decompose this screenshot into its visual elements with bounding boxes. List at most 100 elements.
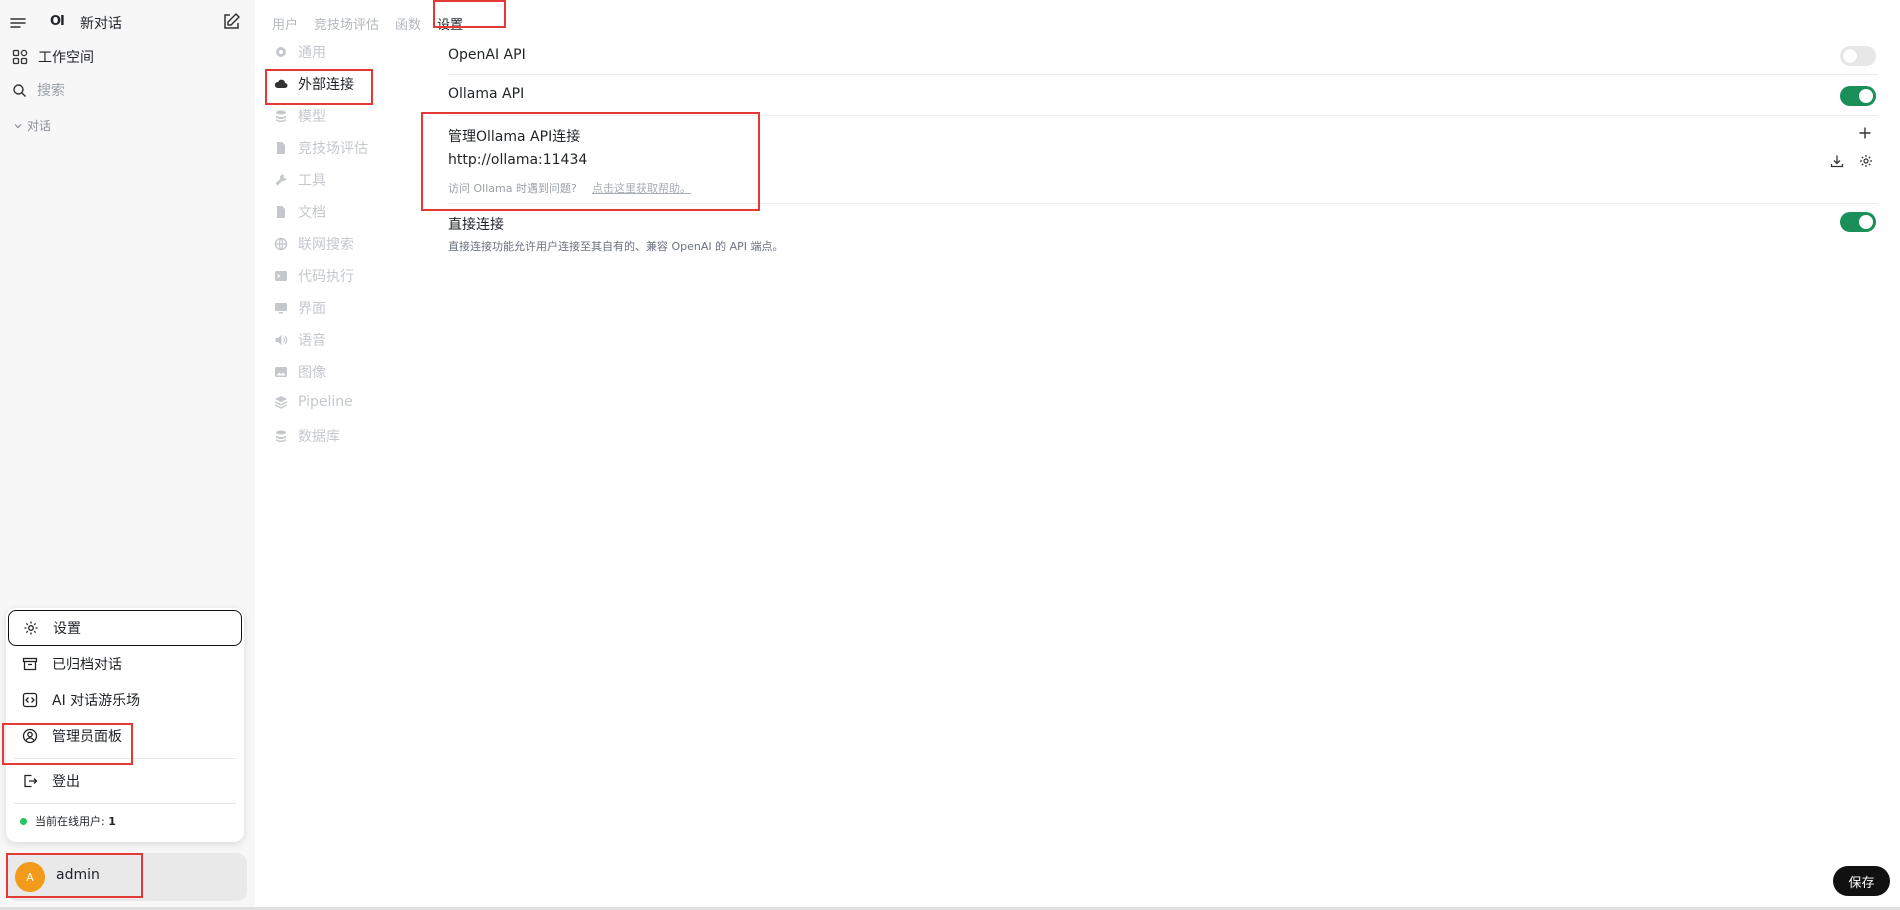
divider [448,74,1878,75]
settings-nav-label: 外部连接 [298,77,354,93]
document-icon [274,205,288,219]
gear-icon [274,45,288,59]
menu-divider [14,758,236,759]
settings-nav-documents[interactable]: 文档 [274,202,326,222]
workspace-label: 工作空间 [38,50,94,66]
ollama-url-field[interactable]: http://ollama:11434 [448,152,587,168]
menu-item-label: 管理员面板 [52,729,122,745]
menu-icon[interactable] [9,14,27,32]
user-circle-icon [22,728,38,744]
wrench-icon [274,173,288,187]
admin-tabs: 用户 竞技场评估 函数 设置 [272,14,479,33]
menu-item-label: 登出 [52,774,80,790]
settings-nav-connections[interactable]: 外部连接 [274,74,354,94]
avatar: A [15,862,45,892]
direct-connection-description: 直接连接功能允许用户连接至其自有的、兼容 OpenAI 的 API 端点。 [448,240,784,253]
menu-item-archived-chats[interactable]: 已归档对话 [8,646,242,682]
user-name: admin [56,867,100,883]
settings-nav-images[interactable]: 图像 [274,362,326,382]
database-icon [274,429,288,443]
settings-nav-label: 界面 [298,301,326,317]
settings-nav-label: 联网搜索 [298,237,354,253]
help-link[interactable]: 点击这里获取帮助。 [592,180,691,196]
settings-nav-label: Pipeline [298,394,353,410]
menu-item-label: 已归档对话 [52,657,122,673]
ollama-api-label: Ollama API [448,86,525,102]
online-dot [20,817,27,825]
gear-icon [23,620,39,636]
user-popup-menu: 设置 已归档对话 AI 对话游乐场 管理员面板 登出 当前在线用户: 1 [6,608,244,842]
settings-nav-database[interactable]: 数据库 [274,426,340,446]
logout-icon [22,773,38,789]
tab-settings[interactable]: 设置 [437,14,463,33]
menu-item-label: 设置 [53,621,81,637]
menu-item-playground[interactable]: AI 对话游乐场 [8,682,242,718]
app-root: OI 新对话 工作空间 搜索 对话 设置 已归档对话 AI 对话游乐场 管理员面… [0,0,1900,910]
settings-nav-label: 图像 [298,365,326,381]
settings-nav-label: 数据库 [298,429,340,445]
online-users-status: 当前在线用户: 1 [20,813,116,829]
workspace-icon [12,49,28,65]
settings-nav-label: 通用 [298,45,326,61]
settings-nav-label: 语音 [298,333,326,349]
settings-nav-pipelines[interactable]: Pipeline [274,394,353,410]
new-chat-edit-icon[interactable] [221,12,241,32]
ollama-api-toggle[interactable] [1840,86,1876,106]
search-icon [12,83,27,98]
settings-nav-label: 竞技场评估 [298,141,368,157]
toggle-knob [1859,215,1873,229]
save-button[interactable]: 保存 [1833,866,1890,896]
app-logo[interactable]: OI [50,14,65,29]
stack-icon [274,109,288,123]
workspace-link[interactable]: 工作空间 [12,47,94,67]
ollama-trouble-text: 访问 Ollama 时遇到问题? [448,182,577,195]
menu-item-settings[interactable]: 设置 [8,610,242,646]
add-connection-icon[interactable] [1858,126,1872,140]
toggle-knob [1843,49,1857,63]
online-count: 1 [108,815,116,828]
conversations-label: 对话 [27,119,52,133]
code-icon [22,692,38,708]
settings-nav-label: 文档 [298,205,326,221]
cloud-icon [274,77,288,91]
divider [448,115,1878,116]
settings-nav-models[interactable]: 模型 [274,106,326,126]
settings-nav-general[interactable]: 通用 [274,42,326,62]
openai-api-label: OpenAI API [448,47,526,63]
monitor-icon [274,301,288,315]
search-input[interactable]: 搜索 [12,80,65,100]
toggle-knob [1859,89,1873,103]
settings-nav-label: 代码执行 [298,269,354,285]
settings-nav-tools[interactable]: 工具 [274,170,326,190]
tab-functions[interactable]: 函数 [395,14,421,33]
new-chat-label[interactable]: 新对话 [80,13,122,33]
settings-nav-web-search[interactable]: 联网搜索 [274,234,354,254]
openai-api-toggle[interactable] [1840,46,1876,66]
gear-icon[interactable] [1859,154,1873,168]
user-profile-button[interactable]: A admin [7,853,247,901]
menu-item-logout[interactable]: 登出 [8,763,242,799]
download-icon[interactable] [1830,154,1844,168]
sidebar-header: OI 新对话 [0,8,255,38]
online-label: 当前在线用户: [35,815,109,828]
conversations-toggle[interactable]: 对话 [13,117,51,134]
direct-connection-label: 直接连接 [448,217,504,233]
settings-nav-label: 工具 [298,173,326,189]
speaker-icon [274,333,288,347]
terminal-icon [274,269,288,283]
settings-nav-code-execution[interactable]: 代码执行 [274,266,354,286]
layers-icon [274,395,288,409]
menu-item-admin-panel[interactable]: 管理员面板 [8,718,242,754]
sidebar: OI 新对话 工作空间 搜索 对话 设置 已归档对话 AI 对话游乐场 管理员面… [0,0,255,910]
archive-icon [22,656,38,672]
settings-nav-arena[interactable]: 竞技场评估 [274,138,368,158]
search-placeholder: 搜索 [37,83,65,99]
document-icon [274,141,288,155]
tab-arena[interactable]: 竞技场评估 [314,14,379,33]
settings-nav-interface[interactable]: 界面 [274,298,326,318]
direct-connection-toggle[interactable] [1840,212,1876,232]
settings-nav-audio[interactable]: 语音 [274,330,326,350]
tab-users[interactable]: 用户 [272,14,298,33]
manage-ollama-label: 管理Ollama API连接 [448,129,581,145]
menu-divider [14,803,236,804]
